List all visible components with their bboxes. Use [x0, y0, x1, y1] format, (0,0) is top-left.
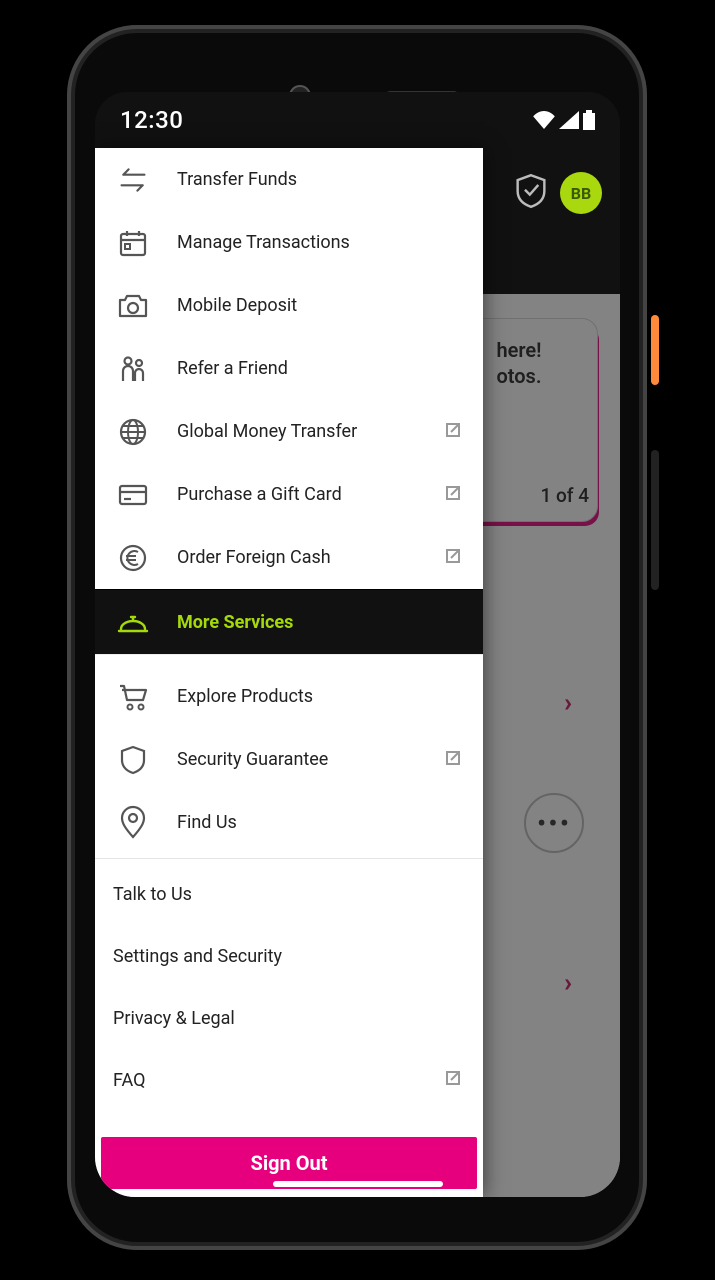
menu-label: Manage Transactions: [177, 232, 425, 253]
menu-label: More Services: [177, 612, 425, 633]
menu-item-refer-a-friend[interactable]: Refer a Friend: [95, 337, 483, 400]
external-link-icon: [443, 546, 465, 570]
menu-item-settings-and-security[interactable]: Settings and Security: [95, 925, 483, 987]
cart-icon: [107, 683, 159, 711]
menu-label: Transfer Funds: [177, 169, 425, 190]
camera-icon: [107, 293, 159, 319]
avatar-initials: BB: [571, 184, 591, 203]
battery-icon: [583, 110, 595, 130]
menu-item-faq[interactable]: FAQ: [95, 1049, 483, 1111]
menu-label: Mobile Deposit: [177, 295, 425, 316]
menu-label: Settings and Security: [113, 946, 429, 967]
menu-item-more-services[interactable]: More Services: [95, 589, 483, 654]
menu-item-find-us[interactable]: Find Us: [95, 791, 483, 854]
menu-item-privacy-and-legal[interactable]: Privacy & Legal: [95, 987, 483, 1049]
menu-item-mobile-deposit[interactable]: Mobile Deposit: [95, 274, 483, 337]
menu-label: Find Us: [177, 812, 425, 833]
external-link-icon: [443, 483, 465, 507]
screen: 12:30 BB: [95, 92, 620, 1197]
menu-item-talk-to-us[interactable]: Talk to Us: [95, 863, 483, 925]
menu-item-security-guarantee[interactable]: Security Guarantee: [95, 728, 483, 791]
shield-check-icon[interactable]: [516, 174, 546, 212]
menu-item-manage-transactions[interactable]: Manage Transactions: [95, 211, 483, 274]
wifi-icon: [533, 111, 555, 129]
shield-icon: [107, 745, 159, 775]
menu-label: Security Guarantee: [177, 749, 425, 770]
external-link-icon: [443, 748, 465, 772]
menu-label: Purchase a Gift Card: [177, 484, 425, 505]
menu-label: Talk to Us: [113, 884, 429, 905]
menu-label: Explore Products: [177, 686, 425, 707]
transfer-icon: [107, 167, 159, 193]
menu-item-explore-products[interactable]: Explore Products: [95, 665, 483, 728]
nav-pill: [273, 1181, 443, 1187]
menu-label: Privacy & Legal: [113, 1008, 429, 1029]
globe-icon: [107, 417, 159, 447]
menu-item-purchase-gift-card[interactable]: Purchase a Gift Card: [95, 463, 483, 526]
navigation-drawer: Transfer Funds Manage Transactions Mobil…: [95, 148, 483, 1197]
sign-out-label: Sign Out: [251, 1151, 328, 1175]
menu-item-order-foreign-cash[interactable]: Order Foreign Cash: [95, 526, 483, 589]
menu-item-transfer-funds[interactable]: Transfer Funds: [95, 148, 483, 211]
external-link-icon: [443, 420, 465, 444]
bell-service-icon: [107, 609, 159, 635]
menu-label: Refer a Friend: [177, 358, 425, 379]
status-time: 12:30: [120, 106, 183, 134]
menu-label: Global Money Transfer: [177, 421, 425, 442]
calendar-icon: [107, 229, 159, 257]
menu-label: Order Foreign Cash: [177, 547, 425, 568]
menu-item-global-money-transfer[interactable]: Global Money Transfer: [95, 400, 483, 463]
euro-icon: [107, 543, 159, 573]
external-link-icon: [443, 1068, 465, 1092]
card-icon: [107, 484, 159, 506]
device-side-button-top: [651, 315, 659, 385]
cellular-icon: [559, 111, 579, 129]
device-side-button-bottom: [651, 450, 659, 590]
android-nav-bar[interactable]: [95, 1181, 620, 1187]
location-pin-icon: [107, 807, 159, 839]
avatar[interactable]: BB: [560, 172, 602, 214]
status-bar: 12:30: [95, 92, 620, 148]
people-icon: [107, 354, 159, 384]
menu-label: FAQ: [113, 1070, 429, 1091]
